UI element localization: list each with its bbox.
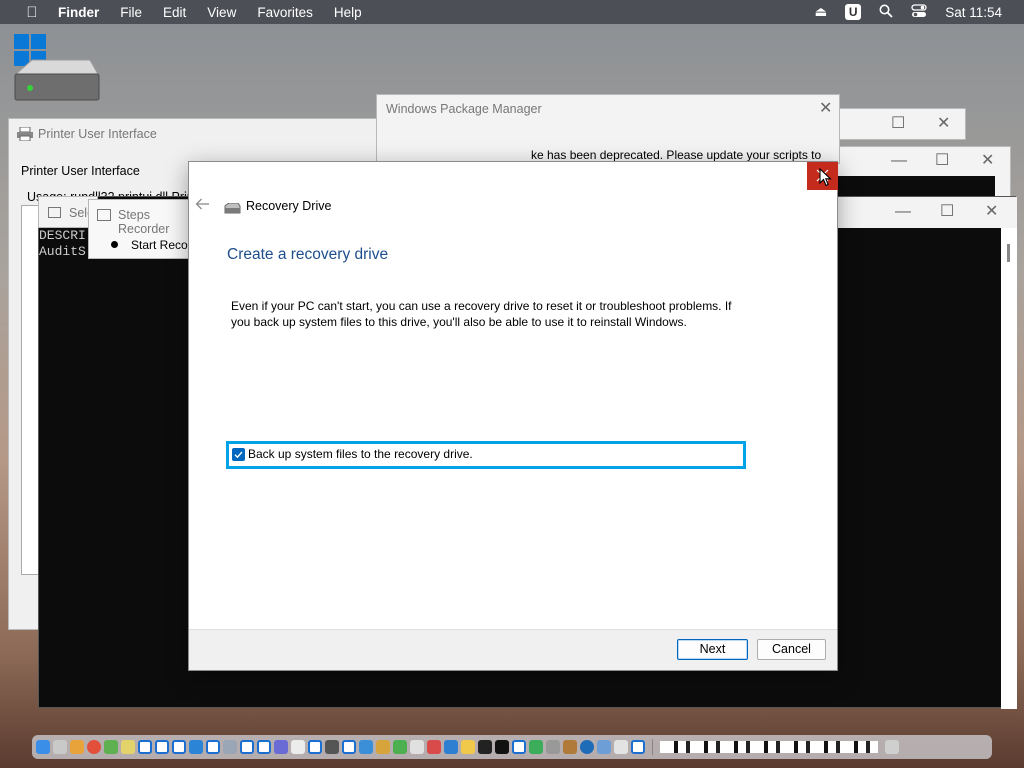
dock-app-icon[interactable]	[223, 740, 237, 754]
wpm-window[interactable]: Windows Package Manager ✕ ke has been de…	[376, 94, 840, 164]
dock	[32, 735, 992, 759]
dock-window-icon[interactable]	[257, 740, 271, 754]
record-dot-icon	[111, 241, 118, 248]
menu-view[interactable]: View	[207, 5, 236, 20]
console-window-back-1[interactable]: ☐ ✕	[836, 108, 966, 140]
dock-window-icon[interactable]	[308, 740, 322, 754]
back-arrow-icon[interactable]	[195, 198, 210, 213]
dock-window-icon[interactable]	[240, 740, 254, 754]
dock-app-icon[interactable]	[104, 740, 118, 754]
menu-help[interactable]: Help	[334, 5, 362, 20]
backup-checkbox-row[interactable]: Back up system files to the recovery dri…	[226, 441, 746, 469]
desktop-drive-icon[interactable]	[12, 34, 100, 106]
dock-app-icon[interactable]	[70, 740, 84, 754]
recovery-drive-icon	[224, 202, 241, 217]
dock-window-icon[interactable]	[138, 740, 152, 754]
window-close-icon[interactable]: ✕	[937, 116, 950, 132]
printer-icon	[17, 126, 33, 144]
dock-app-icon[interactable]	[563, 740, 577, 754]
dock-app-icon[interactable]	[121, 740, 135, 754]
start-record-button[interactable]: Start Recor	[131, 238, 192, 252]
eject-icon[interactable]: ⏏	[814, 4, 827, 20]
cancel-button[interactable]: Cancel	[757, 639, 826, 660]
dock-app-icon[interactable]	[546, 740, 560, 754]
dock-window-icon[interactable]	[172, 740, 186, 754]
control-center-icon[interactable]	[911, 3, 927, 21]
wpm-message: ke has been deprecated. Please update yo…	[531, 148, 822, 162]
next-button[interactable]: Next	[677, 639, 748, 660]
dock-window-icon[interactable]	[512, 740, 526, 754]
clock[interactable]: Sat 11:54	[945, 5, 1002, 20]
dock-browser-icon[interactable]	[87, 740, 101, 754]
dialog-heading: Create a recovery drive	[227, 246, 389, 263]
menu-edit[interactable]: Edit	[163, 5, 186, 20]
steps-recorder-icon	[97, 209, 111, 221]
window-minimize-icon[interactable]: —	[891, 153, 907, 169]
backup-checkbox-label[interactable]: Back up system files to the recovery dri…	[248, 447, 473, 461]
dock-app-icon[interactable]	[274, 740, 288, 754]
wpm-window-title: Windows Package Manager	[386, 102, 542, 116]
dialog-footer: Next Cancel	[189, 629, 837, 670]
search-icon[interactable]	[879, 4, 893, 21]
dock-app-icon[interactable]	[189, 740, 203, 754]
mouse-cursor-icon	[819, 167, 832, 190]
console-scrollbar[interactable]	[1001, 228, 1017, 709]
dock-app-icon[interactable]	[580, 740, 594, 754]
wpm-close-icon[interactable]: ✕	[819, 101, 832, 117]
dock-app-icon[interactable]	[325, 740, 339, 754]
dock-app-icon[interactable]	[427, 740, 441, 754]
apple-menu-icon[interactable]: 	[22, 4, 42, 21]
dock-app-icon[interactable]	[444, 740, 458, 754]
dock-app-icon[interactable]	[478, 740, 492, 754]
backup-checkbox[interactable]	[232, 448, 245, 461]
dock-app-icon[interactable]	[597, 740, 611, 754]
select-window-icon	[48, 207, 61, 218]
dock-app-icon[interactable]	[495, 740, 509, 754]
dock-minimized-windows[interactable]	[660, 741, 878, 753]
window-maximize-icon[interactable]: ☐	[935, 153, 949, 169]
console-titlebar: — ☐ ✕	[837, 197, 1017, 228]
menu-favorites[interactable]: Favorites	[257, 5, 313, 20]
dock-window-icon[interactable]	[206, 740, 220, 754]
window-close-icon[interactable]: ✕	[985, 204, 998, 220]
window-minimize-icon[interactable]: —	[895, 204, 911, 220]
dock-app-icon[interactable]	[614, 740, 628, 754]
steps-recorder-window[interactable]: Steps Recorder Start Recor	[88, 199, 198, 259]
window-maximize-icon[interactable]: ☐	[891, 116, 905, 132]
menu-finder[interactable]: Finder	[58, 5, 99, 20]
dock-app-icon[interactable]	[359, 740, 373, 754]
console-text: DESCRI AuditS	[39, 228, 86, 259]
steps-recorder-title: Steps Recorder	[118, 208, 170, 236]
dock-app-icon[interactable]	[376, 740, 390, 754]
recovery-drive-dialog[interactable]: Recovery Drive Create a recovery drive E…	[188, 161, 838, 671]
dock-launchpad-icon[interactable]	[53, 740, 67, 754]
dock-app-icon[interactable]	[410, 740, 424, 754]
dock-window-icon[interactable]	[631, 740, 645, 754]
dock-window-icon[interactable]	[155, 740, 169, 754]
dock-app-icon[interactable]	[393, 740, 407, 754]
dock-app-icon[interactable]	[291, 740, 305, 754]
dock-window-icon[interactable]	[342, 740, 356, 754]
printer-heading: Printer User Interface	[21, 164, 140, 178]
dock-trash-icon[interactable]	[885, 740, 899, 754]
window-close-icon[interactable]: ✕	[981, 153, 994, 169]
printer-window-title: Printer User Interface	[38, 127, 157, 141]
dock-app-icon[interactable]	[461, 740, 475, 754]
window-maximize-icon[interactable]: ☐	[940, 204, 954, 220]
dock-divider	[652, 739, 653, 755]
dock-app-icon[interactable]	[529, 740, 543, 754]
menu-file[interactable]: File	[120, 5, 142, 20]
dock-finder-icon[interactable]	[36, 740, 50, 754]
dialog-description: Even if your PC can't start, you can use…	[231, 299, 732, 329]
menu-bar:  Finder File Edit View Favorites Help ⏏…	[0, 0, 1024, 24]
dialog-app-title: Recovery Drive	[246, 199, 332, 213]
user-badge-icon[interactable]: U	[845, 4, 862, 20]
